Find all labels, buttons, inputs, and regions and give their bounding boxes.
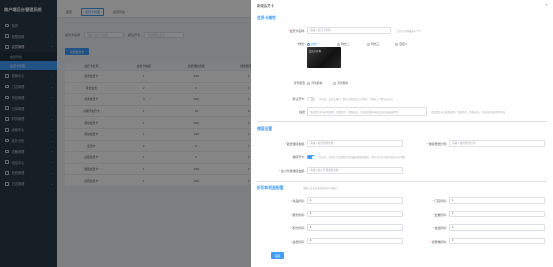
gift-ratio-label: 储值赠送比例:	[405, 142, 447, 146]
add-card-drawer: 新增会员卡 ✕ 会员卡属性 会员卡名称: 请输入会员卡名称 会员卡名称最多十个字…	[251, 0, 553, 267]
close-icon[interactable]: ✕	[545, 3, 548, 7]
card-name-label: 会员卡名称:	[257, 29, 305, 33]
radio-dot	[307, 42, 310, 46]
default-open-label: 默认开卡:	[292, 97, 305, 101]
min-upgrade-input[interactable]: 请输入最小升级储值金额	[307, 167, 403, 174]
section-discount-title: 折扣和权益配置	[257, 185, 284, 190]
radio-label: 样式二	[341, 42, 350, 46]
desc-label: 描述	[299, 110, 305, 114]
divider	[257, 181, 547, 182]
recharge-switch-hint: 开启后，会员在门店储值时达到最低储值金额后，默认开卡并升级为该会员卡等级	[319, 156, 406, 159]
style-radio-1[interactable]: 样式一	[307, 42, 320, 46]
discount-input[interactable]: 1	[449, 210, 545, 218]
style-radio-2[interactable]: 样式二	[337, 42, 350, 46]
discount-label: 优惠券折扣:	[405, 240, 447, 244]
radio-dot	[337, 42, 340, 46]
radio-label: 样式一	[311, 42, 320, 46]
radio-label: 自定义	[399, 42, 408, 46]
radio-dot	[307, 81, 310, 85]
discount-hint: 请输入会员享受的折扣(1为原价)	[303, 187, 338, 190]
discount-input[interactable]: 1	[449, 197, 545, 204]
switch-knob	[307, 97, 311, 101]
discount-input[interactable]: 1	[307, 237, 403, 245]
card-name-input[interactable]: 请输入会员卡名称	[307, 27, 391, 34]
discount-label: 套餐折扣:	[405, 213, 447, 217]
discount-label: 门店折扣:	[405, 199, 447, 203]
discount-input[interactable]: 1	[449, 237, 545, 245]
discount-label: 服务折扣:	[257, 213, 305, 217]
min-upgrade-label: 最小升级储值金额:	[257, 169, 305, 173]
card-preview-name: 会员卡名称	[309, 50, 321, 53]
discount-label: 商品折扣:	[257, 199, 305, 203]
save-button[interactable]: 保存	[271, 252, 284, 259]
radio-label: 背景颜色	[311, 81, 323, 85]
section-recharge-title: 储值设置	[257, 126, 273, 131]
discount-label: 运费折扣:	[257, 240, 305, 244]
drawer-title: 新增会员卡	[257, 4, 274, 8]
radio-label: 背景图片	[337, 81, 349, 85]
radio-dot	[333, 81, 336, 85]
radio-label: 样式三	[371, 42, 380, 46]
background-label: 背景配置	[293, 81, 305, 85]
switch-knob	[311, 155, 315, 159]
desc-hint: 请设置会员卡使用规则，领取条件，等级权益，会员的权益说明等内容	[431, 111, 506, 114]
bg-radio-image[interactable]: 背景图片	[333, 81, 348, 85]
discount-input[interactable]: 1	[449, 224, 545, 231]
gift-ratio-input[interactable]: 请输入储值赠送比例	[449, 140, 545, 147]
discount-label: 充值折扣:	[405, 226, 447, 230]
bg-radio-color[interactable]: 背景颜色	[307, 81, 322, 85]
discount-input[interactable]: 1	[307, 210, 403, 218]
style-label: 样式:	[257, 42, 305, 46]
radio-dot	[395, 42, 398, 46]
style-radio-3[interactable]: 样式三	[367, 42, 380, 46]
style-radio-custom[interactable]: 自定义	[395, 42, 408, 46]
discount-input[interactable]: 1	[307, 197, 403, 204]
card-style-preview-image: 会员卡名称	[307, 47, 341, 68]
min-recharge-label: 最低储值金额:	[257, 142, 305, 146]
section-basic-title: 会员卡属性	[257, 15, 276, 20]
card-name-hint: 会员卡名称最多十个字	[397, 30, 421, 33]
default-open-switch[interactable]	[307, 97, 315, 101]
default-open-hint: 开启后，会员注册时，默认开通该会员卡等级，只能有一个默认会员卡	[319, 98, 394, 101]
desc-textarea[interactable]: 请设置会员卡使用规则、领取条件、等级权益、会员的优惠内容和会员的权益说明等	[307, 107, 427, 116]
discount-input[interactable]: 1	[307, 224, 403, 231]
discount-label: 积分折扣:	[257, 226, 305, 230]
recharge-switch-label: 储值开卡:	[292, 155, 305, 159]
min-recharge-input[interactable]: 请输入最低储值金额	[307, 140, 403, 147]
radio-dot	[367, 42, 370, 46]
divider	[257, 121, 547, 122]
recharge-switch[interactable]	[307, 155, 315, 159]
